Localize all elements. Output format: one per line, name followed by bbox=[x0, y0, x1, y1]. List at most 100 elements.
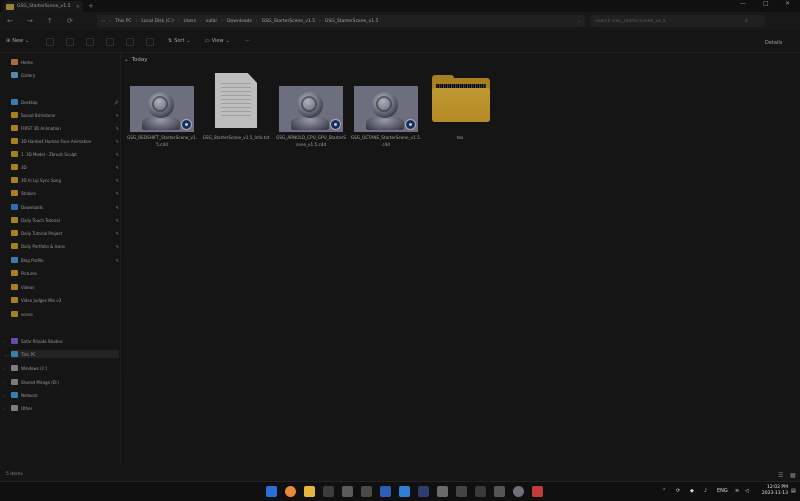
file-explorer-icon[interactable] bbox=[304, 486, 315, 497]
sidebar-item-label: Blog Profile bbox=[21, 257, 44, 263]
sidebar-item-folder[interactable]: Video Judges Mix v3 bbox=[11, 296, 119, 304]
sidebar-item-label: Home bbox=[21, 59, 33, 65]
chevron-right-icon[interactable]: › bbox=[4, 380, 6, 385]
drive-icon bbox=[11, 379, 18, 385]
details-view-icon[interactable]: ☰ bbox=[778, 472, 783, 479]
up-arrow-icon[interactable]: ↑ bbox=[47, 17, 53, 25]
chevron-right-icon[interactable]: › bbox=[4, 393, 6, 398]
search-box[interactable]: ⌕ bbox=[590, 15, 765, 27]
app-icon[interactable] bbox=[418, 486, 429, 497]
file-name: tex bbox=[456, 135, 464, 140]
sidebar-item-folder[interactable]: 1. 3D Model - Zbrush Sculpt ✎ bbox=[11, 150, 119, 158]
sidebar-item-folder[interactable]: Daily Tutorial Project ✎ bbox=[11, 229, 119, 237]
sidebar-item-pictures[interactable]: Pictures bbox=[11, 269, 119, 277]
breadcrumb-item[interactable]: Local Disk (C:) bbox=[141, 19, 173, 24]
minimize-button[interactable]: — bbox=[740, 0, 746, 7]
app-icon[interactable] bbox=[361, 486, 372, 497]
app-icon[interactable] bbox=[342, 486, 353, 497]
pane-divider[interactable] bbox=[120, 53, 121, 466]
sidebar-item-this-pc[interactable]: This PC bbox=[11, 350, 119, 358]
copy-icon[interactable] bbox=[66, 38, 74, 46]
vscode-icon[interactable] bbox=[399, 486, 410, 497]
sidebar-item-folder[interactable]: Daily Portfolio & Icons ✎ bbox=[11, 242, 119, 250]
paste-icon[interactable] bbox=[86, 38, 94, 46]
app-icon[interactable] bbox=[532, 486, 543, 497]
sidebar-item-drive[interactable]: Safar Rhaida Studios bbox=[11, 337, 119, 345]
notification-icon[interactable]: ▤ bbox=[791, 488, 796, 494]
file-explorer-window: GSG_StarterScene_v1.5 ✕ + — □ ✕ ← → ↑ ⟳ … bbox=[0, 0, 800, 481]
sidebar-item-videos[interactable]: Videos bbox=[11, 283, 119, 291]
sidebar-item-label: Gallery bbox=[21, 72, 36, 78]
details-pane-button[interactable]: Details bbox=[765, 40, 782, 46]
app-icon[interactable] bbox=[380, 486, 391, 497]
breadcrumb-item[interactable]: Users bbox=[184, 19, 197, 24]
group-header-today[interactable]: ⌄ Today bbox=[124, 57, 148, 63]
sidebar-item-folder[interactable]: Daily Touch Tutorial ✎ bbox=[11, 216, 119, 224]
sidebar-item-drive[interactable]: Windows (C:) bbox=[11, 364, 119, 372]
app-icon[interactable] bbox=[456, 486, 467, 497]
explorer-tab[interactable]: GSG_StarterScene_v1.5 ✕ bbox=[3, 1, 83, 12]
app-icon[interactable] bbox=[437, 486, 448, 497]
rename-icon[interactable] bbox=[106, 38, 114, 46]
microphone-icon[interactable]: ♪ bbox=[704, 488, 707, 494]
start-icon[interactable] bbox=[266, 486, 277, 497]
wifi-icon[interactable]: ≋ bbox=[735, 488, 739, 494]
sidebar-item-folder[interactable]: scene bbox=[11, 310, 119, 318]
sidebar-item-label: Video Judges Mix v3 bbox=[21, 297, 62, 303]
breadcrumb-item[interactable]: GSG_StarterScene_v1.5 bbox=[325, 19, 378, 24]
breadcrumb-item[interactable]: GSG_StarterScene_v1.5 bbox=[262, 19, 315, 24]
dropbox-icon[interactable]: ◆ bbox=[690, 488, 694, 494]
share-icon[interactable] bbox=[126, 38, 134, 46]
browser-icon[interactable] bbox=[285, 486, 296, 497]
app-icon[interactable] bbox=[323, 486, 334, 497]
sync-icon[interactable]: ⟳ bbox=[676, 488, 680, 494]
breadcrumb-item[interactable]: Downloads bbox=[227, 19, 252, 24]
sidebar-item-folder[interactable]: 3D ✎ bbox=[11, 163, 119, 171]
sidebar-item-home[interactable]: Home bbox=[11, 58, 119, 66]
sidebar-item-downloads[interactable]: Downloads ✎ bbox=[11, 203, 119, 211]
chevron-right-icon[interactable]: › bbox=[4, 339, 6, 344]
cut-icon[interactable] bbox=[46, 38, 54, 46]
close-window-button[interactable]: ✕ bbox=[785, 0, 790, 7]
gallery-icon bbox=[11, 72, 18, 78]
chevron-right-icon[interactable]: › bbox=[4, 366, 6, 371]
new-tab-button[interactable]: + bbox=[88, 2, 94, 10]
chevron-up-icon[interactable]: ⌃ bbox=[662, 488, 666, 494]
sidebar-item-gallery[interactable]: Gallery bbox=[11, 71, 119, 79]
new-button[interactable]: ⊕ New ⌄ bbox=[6, 38, 29, 44]
maximize-button[interactable]: □ bbox=[763, 0, 769, 7]
sidebar-item-desktop[interactable]: Desktop 📌︎ bbox=[11, 98, 119, 106]
sidebar-item-other[interactable]: Other bbox=[11, 404, 119, 412]
sort-button[interactable]: ⇅ Sort ⌄ bbox=[168, 38, 191, 44]
sidebar-item-folder[interactable]: Blog Profile ✎ bbox=[11, 256, 119, 264]
app-icon[interactable] bbox=[475, 486, 486, 497]
view-button[interactable]: ▭ View ⌄ bbox=[205, 38, 230, 44]
forward-arrow-icon[interactable]: → bbox=[27, 17, 33, 25]
chevron-right-icon[interactable]: › bbox=[4, 406, 6, 411]
sidebar-item-folder[interactable]: 3D Hardest Human Face Animation ✎ bbox=[11, 137, 119, 145]
sidebar-item-folder[interactable]: Strokes ✎ bbox=[11, 189, 119, 197]
app-icon[interactable] bbox=[494, 486, 505, 497]
breadcrumb-item[interactable]: safar bbox=[206, 19, 217, 24]
refresh-icon[interactable]: ⟳ bbox=[67, 17, 73, 25]
delete-icon[interactable] bbox=[146, 38, 154, 46]
back-arrow-icon[interactable]: ← bbox=[7, 17, 13, 25]
clock[interactable]: 12:02 PM 2023-11-13 bbox=[756, 485, 788, 497]
language-indicator[interactable]: ENG bbox=[717, 488, 728, 494]
sidebar-item-folder[interactable]: FIRST 3D Animation ✎ bbox=[11, 124, 119, 132]
volume-icon[interactable]: ◁ bbox=[745, 488, 749, 494]
address-bar[interactable]: ▭ › This PC › Local Disk (C:) › Users › … bbox=[97, 15, 585, 27]
close-tab-icon[interactable]: ✕ bbox=[76, 4, 80, 10]
chevron-down-icon[interactable]: ⌄ bbox=[4, 352, 7, 357]
sidebar-item-folder[interactable]: Sound Brimstone ✎ bbox=[11, 111, 119, 119]
sidebar-item-folder[interactable]: 3D In Lip Sync Song ✎ bbox=[11, 176, 119, 184]
more-options-button[interactable]: ··· bbox=[245, 38, 250, 44]
large-icons-view-icon[interactable]: ▦ bbox=[790, 472, 796, 479]
chevron-down-icon[interactable]: ⌄ bbox=[577, 19, 581, 24]
sidebar-item-drive[interactable]: Shared Mirage (D:) bbox=[11, 378, 119, 386]
app-icon[interactable] bbox=[513, 486, 524, 497]
breadcrumb-item[interactable]: This PC bbox=[115, 19, 131, 24]
status-bar: 5 items ☰ ▦ bbox=[0, 469, 800, 481]
search-input[interactable] bbox=[595, 18, 745, 24]
sidebar-item-network[interactable]: Network bbox=[11, 391, 119, 399]
